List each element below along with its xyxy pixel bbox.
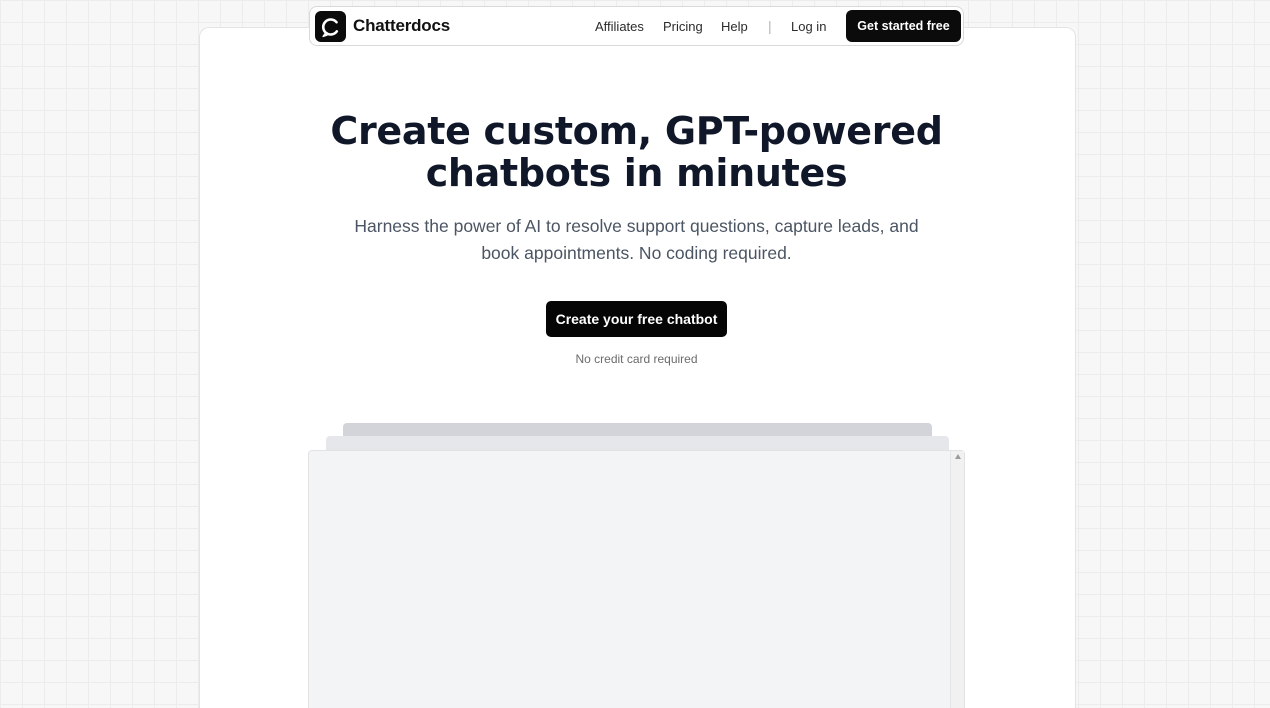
nav-link-pricing[interactable]: Pricing: [663, 19, 703, 34]
hero-subtitle: Harness the power of AI to resolve suppo…: [354, 216, 919, 263]
create-chatbot-button[interactable]: Create your free chatbot: [546, 301, 727, 337]
brand-name[interactable]: Chatterdocs: [353, 16, 450, 36]
scroll-up-arrow-icon[interactable]: [955, 454, 961, 459]
hero-title-line-2: chatbots in minutes: [425, 151, 848, 195]
top-navbar: Chatterdocs Affiliates Pricing Help | Lo…: [309, 6, 964, 46]
preview-scrollbar[interactable]: [950, 451, 964, 708]
login-link[interactable]: Log in: [791, 19, 826, 34]
hero-title: Create custom, GPT-powered chatbots in m…: [240, 110, 1033, 194]
nav-separator: |: [768, 18, 772, 34]
chat-bubble-c-logo-icon[interactable]: [315, 11, 346, 42]
chatbot-preview-frame: [308, 450, 965, 708]
nav-link-help[interactable]: Help: [721, 19, 748, 34]
get-started-button[interactable]: Get started free: [846, 10, 961, 42]
no-credit-card-note: No credit card required: [575, 352, 698, 366]
nav-link-affiliates[interactable]: Affiliates: [595, 19, 644, 34]
hero-title-line-1: Create custom, GPT-powered: [330, 109, 943, 153]
